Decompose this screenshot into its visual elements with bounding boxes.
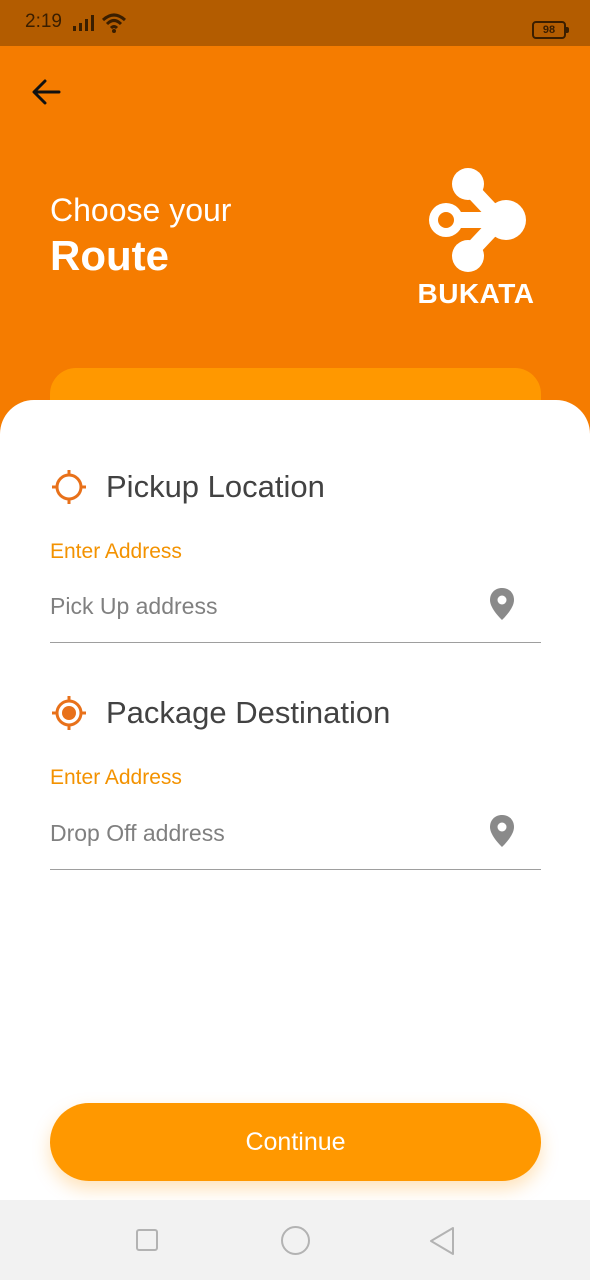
system-nav-bar: [0, 1200, 590, 1280]
dropoff-address-input[interactable]: [50, 808, 470, 858]
brand-mark-icon: [429, 168, 526, 272]
destination-section-title: Package Destination: [106, 695, 391, 730]
brand-name: BUKATA: [417, 278, 535, 309]
destination-field: [50, 808, 541, 870]
recent-apps-icon[interactable]: [136, 1229, 158, 1251]
back-icon[interactable]: [428, 1226, 456, 1256]
page-title: Route: [50, 232, 169, 279]
home-icon[interactable]: [281, 1226, 310, 1255]
pickup-section-title: Pickup Location: [106, 469, 325, 504]
pickup-address-input[interactable]: [50, 581, 470, 631]
destination-section-header: Package Destination: [50, 693, 390, 733]
crosshair-icon: [50, 468, 88, 506]
pickup-section-header: Pickup Location: [50, 467, 325, 507]
destination-field-label: Enter Address: [50, 766, 182, 789]
signal-icon: [73, 15, 94, 31]
back-button[interactable]: [28, 74, 64, 110]
map-pin-icon[interactable]: [489, 587, 515, 621]
route-form-card: Pickup Location Enter Address Package De…: [0, 400, 590, 1200]
wifi-icon: [101, 13, 127, 33]
battery-icon: 98: [532, 21, 569, 39]
page-subtitle: Choose your: [50, 192, 232, 228]
pickup-field: [50, 581, 541, 643]
status-time: 2:19: [25, 11, 62, 32]
continue-button[interactable]: Continue: [50, 1103, 541, 1181]
brand-logo: BUKATA: [408, 166, 544, 316]
status-bar: 2:19 98: [0, 0, 590, 46]
pickup-field-label: Enter Address: [50, 540, 182, 563]
battery-level: 98: [542, 24, 556, 36]
target-icon: [50, 694, 88, 732]
map-pin-icon[interactable]: [489, 814, 515, 848]
arrow-left-icon: [32, 79, 61, 105]
